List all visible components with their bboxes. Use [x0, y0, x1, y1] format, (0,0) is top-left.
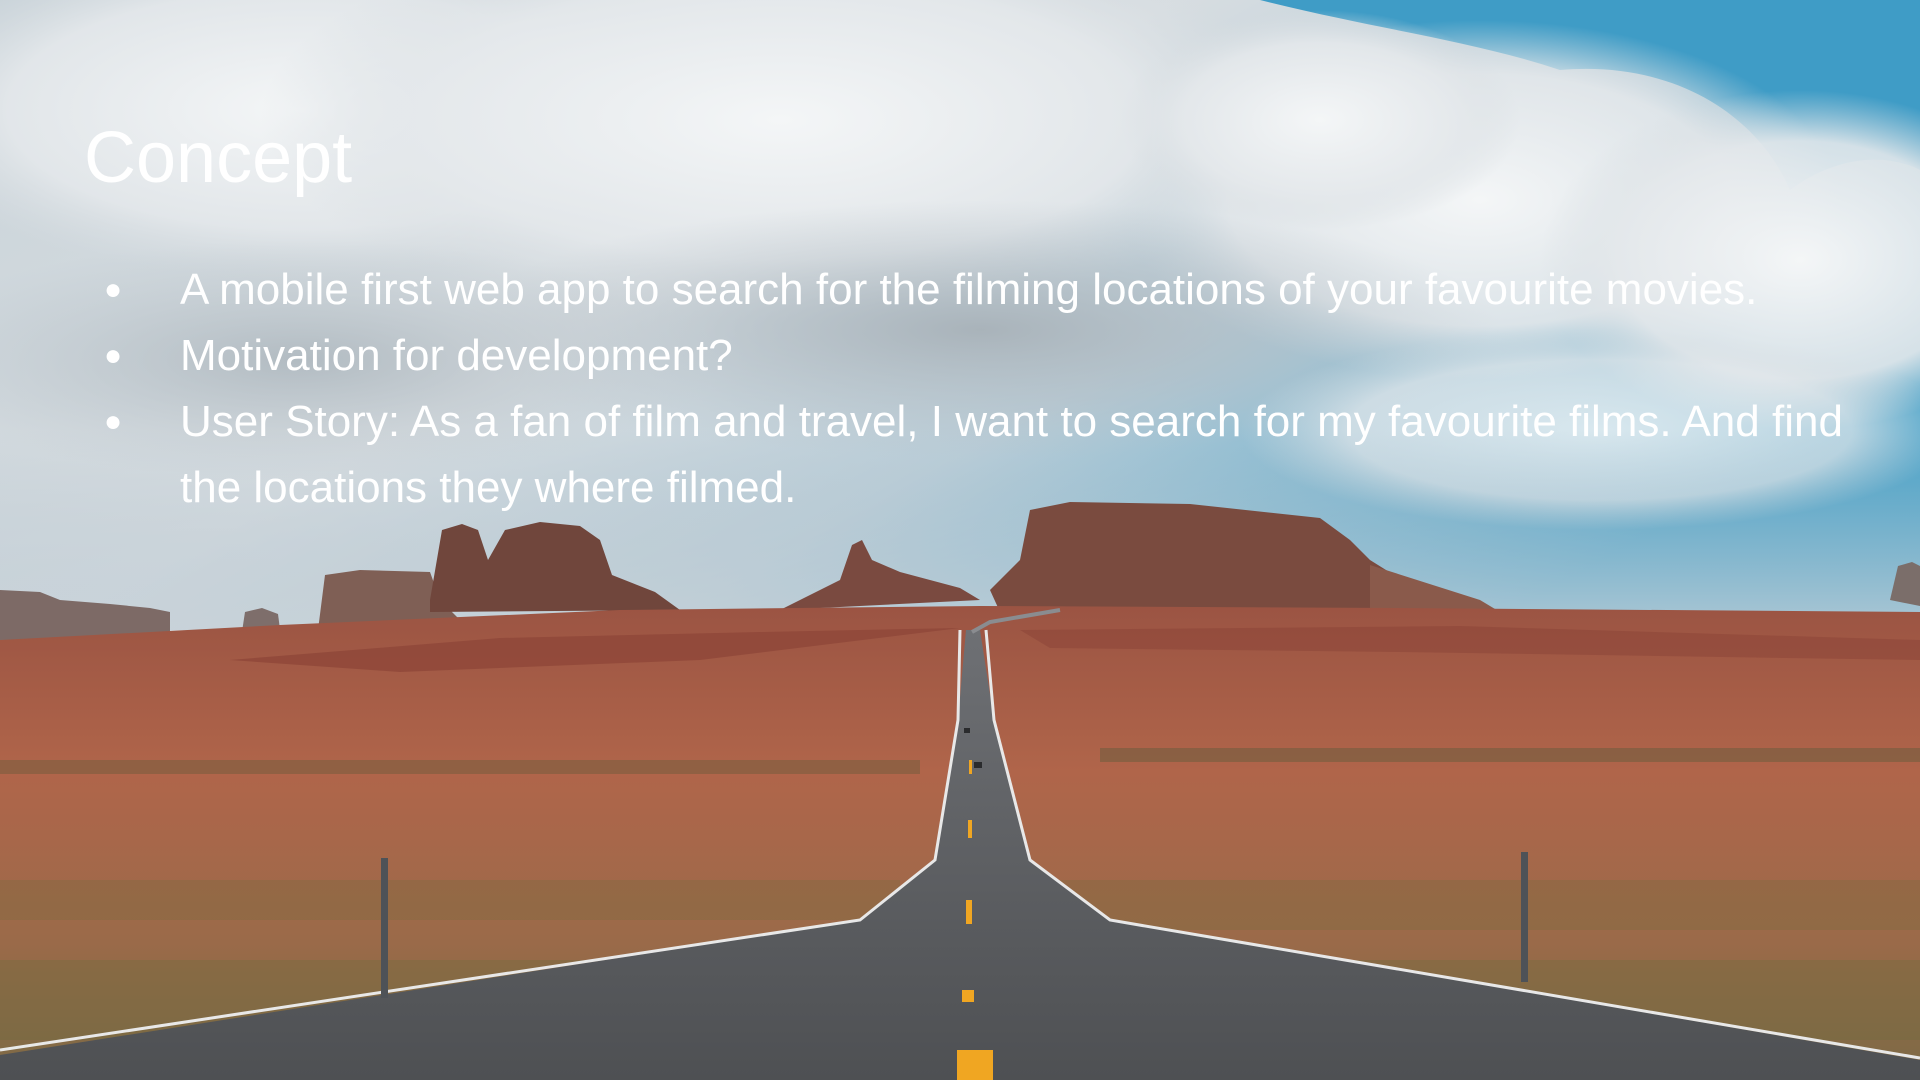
bullet-text: User Story: As a fan of film and travel,…	[180, 397, 1843, 512]
bullet-text: A mobile first web app to search for the…	[180, 265, 1758, 314]
bullet-item: ● User Story: As a fan of film and trave…	[100, 389, 1860, 521]
slide: Concept ● A mobile first web app to sear…	[0, 0, 1920, 1080]
bullet-dot-icon: ●	[104, 273, 123, 306]
bullet-text: Motivation for development?	[180, 331, 733, 380]
bullet-dot-icon: ●	[104, 405, 123, 438]
slide-title: Concept	[84, 118, 353, 198]
bullet-list: ● A mobile first web app to search for t…	[100, 257, 1860, 521]
bullet-item: ● Motivation for development?	[100, 323, 1860, 389]
bullet-dot-icon: ●	[104, 339, 123, 372]
bullet-item: ● A mobile first web app to search for t…	[100, 257, 1860, 323]
